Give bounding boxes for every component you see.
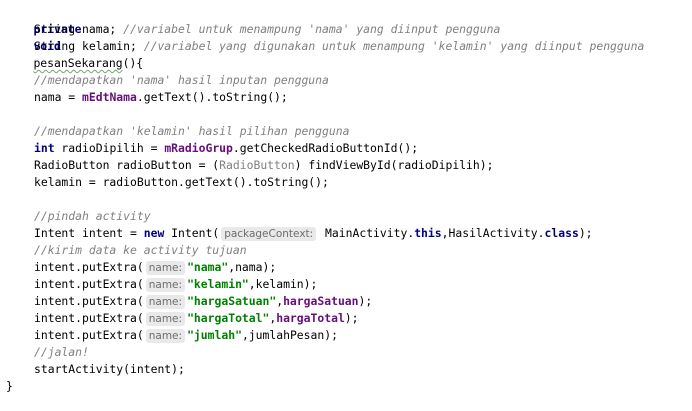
code-line-10: RadioButton radioButton = (RadioButton) … <box>6 157 493 174</box>
code-line-11: kelamin = radioButton.getText().toString… <box>6 174 329 191</box>
comment: //variabel yang digunakan untuk menampun… <box>143 39 645 53</box>
string-literal: "hargaSatuan" <box>187 294 277 308</box>
parameter-hint: name: <box>145 295 186 309</box>
code-line-23: } <box>6 378 13 395</box>
keyword-new: new <box>143 226 165 240</box>
code-text: nama = <box>34 90 83 104</box>
field-name: mEdtNama <box>82 90 137 104</box>
code-text: startActivity(intent); <box>34 362 185 376</box>
code-editor[interactable]: private void pesanSekarang(){ String nam… <box>0 0 692 411</box>
comment: //variabel untuk menampung 'nama' yang d… <box>123 22 501 36</box>
parameter-hint: name: <box>145 312 186 326</box>
string-literal: "jumlah" <box>187 328 242 342</box>
field-name: hargaTotal <box>276 311 345 325</box>
code-line-15: //kirim data ke activity tujuan <box>6 242 247 259</box>
method-name: pesanSekarang <box>33 56 123 70</box>
code-text: Intent( <box>164 226 220 240</box>
string-literal: "nama" <box>187 260 229 274</box>
code-text: ); <box>578 226 593 240</box>
method-paren: (){ <box>122 56 144 70</box>
comment: //kirim data ke activity tujuan <box>34 243 247 257</box>
code-line-17: intent.putExtra(name: "kelamin",kelamin); <box>6 276 317 293</box>
keyword-this: this <box>414 226 442 240</box>
code-text: radioDipilih = <box>54 141 165 155</box>
keyword-int: int <box>34 141 55 155</box>
code-line-22: startActivity(intent); <box>6 361 185 378</box>
closing-brace: } <box>6 379 13 393</box>
code-line-18: intent.putExtra(name: "hargaSatuan",harga… <box>6 293 372 310</box>
code-line-3: String kelamin; //variabel yang digunaka… <box>6 38 644 55</box>
field-name: hargaSatuan <box>283 294 359 308</box>
code-line-2: String nama; //variabel untuk menampung … <box>6 21 500 38</box>
keyword-class: class <box>544 226 579 240</box>
code-line-8: //mendapatkan 'kelamin' hasil pilihan pe… <box>6 123 349 140</box>
code-line-1: private void pesanSekarang(){ <box>6 4 143 70</box>
comment: //mendapatkan 'kelamin' hasil pilihan pe… <box>34 124 350 138</box>
code-line-6: nama = mEdtNama.getText().toString(); <box>6 89 288 106</box>
comment: //mendapatkan 'nama' hasil inputan pengg… <box>34 73 329 87</box>
code-text: ) findViewById(radioDipilih); <box>294 158 494 172</box>
code-line-20: intent.putExtra(name: "jumlah",jumlahPesa… <box>6 327 338 344</box>
code-text: String nama; <box>34 22 124 36</box>
parameter-hint: name: <box>145 261 186 275</box>
redundant-cast: RadioButton <box>219 158 295 172</box>
string-literal: "kelamin" <box>187 277 249 291</box>
code-text: ,HasilActivity. <box>441 226 545 240</box>
code-text: intent.putExtra( <box>34 328 144 342</box>
code-text: ,nama); <box>228 260 277 274</box>
code-text: RadioButton radioButton = ( <box>34 158 220 172</box>
code-text: intent.putExtra( <box>34 311 144 325</box>
parameter-hint: packageContext: <box>221 227 317 241</box>
code-text: ,kelamin); <box>248 277 318 291</box>
code-line-19: intent.putExtra(name: "hargaTotal",hargaT… <box>6 310 359 327</box>
code-line-5: //mendapatkan 'nama' hasil inputan pengg… <box>6 72 329 89</box>
code-text: intent.putExtra( <box>34 294 144 308</box>
code-text: Intent intent = <box>34 226 144 240</box>
code-text: .getText().toString(); <box>136 90 288 104</box>
parameter-hint: name: <box>145 278 186 292</box>
code-text: ); <box>344 311 359 325</box>
field-name: mRadioGrup <box>164 141 233 155</box>
code-text: kelamin = radioButton.getText().toString… <box>34 175 329 189</box>
string-literal: "hargaTotal" <box>187 311 270 325</box>
code-text: ); <box>358 294 373 308</box>
code-line-16: intent.putExtra(name: "nama",nama); <box>6 259 276 276</box>
code-text: intent.putExtra( <box>34 277 144 291</box>
code-line-14: Intent intent = new Intent(packageContex… <box>6 225 593 242</box>
code-line-13: //pindah activity <box>6 208 151 225</box>
code-text: .getCheckedRadioButtonId(); <box>232 141 419 155</box>
parameter-hint: name: <box>145 329 186 343</box>
comment: //pindah activity <box>34 209 151 223</box>
code-text: MainActivity. <box>318 226 415 240</box>
code-text: String kelamin; <box>34 39 144 53</box>
code-line-9: int radioDipilih = mRadioGrup.getChecked… <box>6 140 418 157</box>
code-text: ,jumlahPesan); <box>241 328 338 342</box>
comment: //jalan! <box>34 345 89 359</box>
code-line-21: //jalan! <box>6 344 89 361</box>
code-text: intent.putExtra( <box>34 260 144 274</box>
